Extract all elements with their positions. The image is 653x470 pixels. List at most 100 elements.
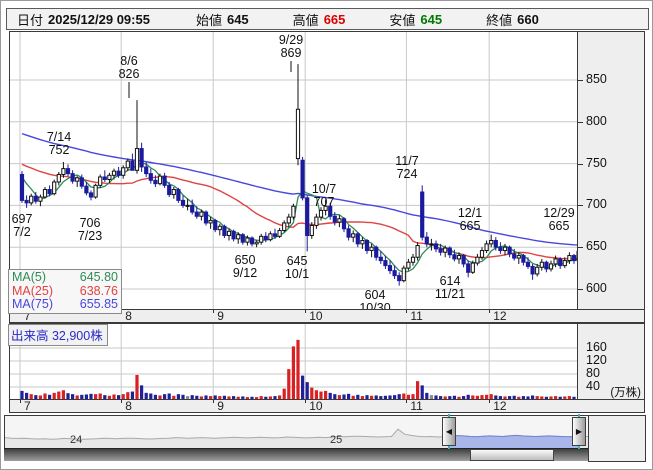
candle-body: [268, 233, 273, 241]
candle-body: [397, 275, 402, 282]
month-label: 10: [309, 309, 323, 323]
candle-body: [521, 255, 526, 263]
price-annotation: 724: [397, 167, 418, 181]
volume-bar: [301, 375, 305, 400]
candle-body: [33, 195, 38, 202]
candle-body: [116, 170, 121, 176]
month-label: 9: [217, 309, 224, 323]
candle-body: [125, 160, 130, 169]
candle-body: [144, 166, 149, 175]
candle-body: [360, 240, 365, 245]
candle-body: [493, 240, 498, 248]
candle-body: [567, 255, 572, 262]
ma25-label: MA(25): [12, 283, 53, 298]
volume-bar: [291, 346, 295, 400]
ma5-value: 645.80: [79, 270, 118, 284]
price-annotation: 604: [365, 288, 386, 302]
candle-body: [84, 185, 89, 194]
candle-body: [190, 204, 195, 213]
range-navigator[interactable]: ◀ ▶ 24 25: [4, 414, 589, 449]
candle-body: [282, 222, 287, 231]
candle-body: [558, 258, 563, 267]
candle-body: [498, 246, 503, 252]
candle-body: [305, 197, 310, 236]
price-annotation: 706: [80, 216, 101, 230]
candle-body: [245, 237, 250, 243]
price-annotation: 12/1: [458, 206, 482, 220]
month-tick-mark: [305, 400, 307, 403]
candle-body: [61, 168, 66, 175]
volume-axis-panel: 160 120 80 40 (万株): [577, 323, 645, 401]
candle-body: [466, 263, 471, 273]
date-label: 日付: [17, 12, 44, 28]
high-value: 665: [323, 11, 346, 27]
volume-bar: [420, 385, 424, 400]
candle-body: [176, 189, 181, 201]
price-annotation: 650: [235, 253, 256, 267]
candle-body: [194, 211, 199, 217]
candle-body: [424, 236, 429, 245]
candle-body: [433, 243, 439, 250]
price-tick-mark: [578, 205, 583, 207]
candle-body: [75, 177, 80, 182]
range-left-arrow-button[interactable]: ◀: [442, 417, 456, 446]
price-annotation: 11/21: [435, 287, 465, 301]
candle-body: [162, 175, 167, 186]
volume-bar: [287, 369, 291, 400]
price-tick-label: 600: [586, 281, 607, 295]
candle-body: [548, 263, 554, 270]
price-tick-mark: [578, 80, 583, 81]
candle-body: [364, 240, 370, 252]
month-tick-mark: [213, 400, 215, 403]
candle-body: [355, 233, 360, 245]
month-tick-mark: [305, 310, 307, 313]
high-label: 高値: [292, 12, 319, 28]
navigator-sparkline-svg: [5, 428, 588, 448]
candle-body: [341, 218, 347, 230]
candle-body: [525, 261, 531, 267]
volume-bar: [135, 374, 139, 400]
open-label: 始値: [195, 12, 222, 28]
candle-body: [231, 230, 236, 240]
candle-body: [562, 260, 567, 267]
price-annotation: 7/23: [78, 229, 102, 243]
price-annotation: 10/7: [312, 182, 336, 196]
volume-tick-label: 80: [586, 366, 600, 380]
candle-body: [374, 246, 379, 258]
price-tick-mark: [578, 289, 583, 290]
price-annotation: 826: [119, 67, 140, 81]
candle-body: [208, 219, 213, 224]
range-right-arrow-button[interactable]: ▶: [572, 417, 586, 446]
volume-tick-label: 120: [586, 353, 607, 367]
candle-body: [240, 234, 245, 243]
candle-body: [222, 225, 227, 236]
month-label: 11: [410, 399, 423, 413]
candle-body: [415, 245, 420, 258]
right-arrow-icon: ▶: [575, 427, 583, 436]
candle-body: [88, 192, 94, 198]
candle-body: [107, 174, 112, 180]
horizontal-scrollbar-thumb[interactable]: [470, 449, 554, 461]
price-annotation: 665: [549, 219, 570, 233]
low-value: 645: [420, 11, 443, 27]
candle-body: [121, 167, 126, 176]
candle-body: [153, 179, 158, 185]
candle-body: [47, 189, 52, 195]
candle-body: [489, 240, 494, 245]
candle-body: [111, 170, 117, 176]
candle-body: [98, 176, 103, 186]
candle-body: [167, 184, 172, 196]
quote-header-bar: 日付 2025/12/29 09:55 始値 645 高値 665 安値 645…: [6, 8, 649, 30]
horizontal-scrollbar-track[interactable]: [4, 448, 588, 461]
candle-body: [226, 230, 232, 236]
price-annotation: 645: [287, 254, 308, 268]
candle-body: [502, 246, 508, 252]
price-annotation: 614: [440, 274, 461, 288]
volume-tick-label: 40: [586, 379, 600, 393]
candle-body: [203, 211, 209, 224]
candle-body: [249, 237, 255, 245]
candle-body: [318, 209, 324, 218]
low-label: 安値: [389, 12, 416, 28]
candle-body: [130, 160, 135, 171]
price-annotation: 665: [460, 219, 481, 233]
